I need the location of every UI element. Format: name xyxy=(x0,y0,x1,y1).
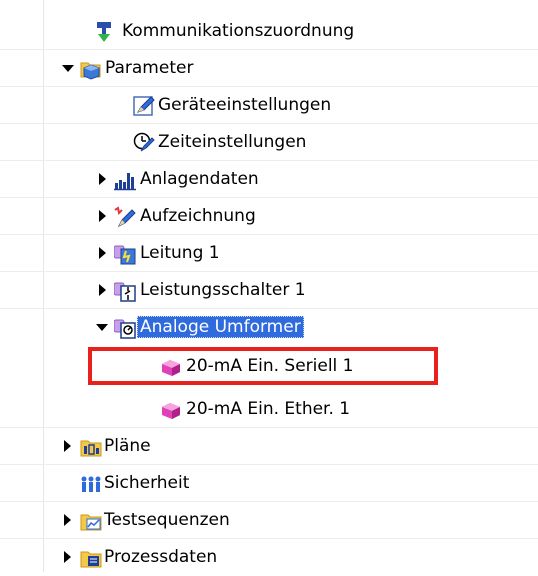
communication-assignment-icon xyxy=(97,22,111,42)
tree-item-kommunikationszuordnung[interactable]: Kommunikationszuordnung xyxy=(0,12,538,50)
tree-item-parameter[interactable]: Parameter xyxy=(0,49,538,87)
tree-item-label: Sicherheit xyxy=(104,473,190,493)
expand-arrow-icon[interactable] xyxy=(57,538,77,576)
tree-item-label: Prozessdaten xyxy=(104,547,218,567)
tree-item-label: Analoge Umformer xyxy=(137,316,304,338)
parameter-folder-icon xyxy=(80,62,101,80)
tree-item-zeiteinstellungen[interactable]: Zeiteinstellungen xyxy=(0,123,538,161)
tree-item-label: Pläne xyxy=(104,436,151,456)
tree-item-label: Zeiteinstellungen xyxy=(158,132,307,152)
line-function-icon xyxy=(114,245,136,265)
security-users-icon xyxy=(81,476,101,492)
tree-item-20ma-ether-1[interactable]: 20-mA Ein. Ether. 1 xyxy=(0,390,538,428)
tree-item-testsequenzen[interactable]: Testsequenzen xyxy=(0,501,538,539)
tree-item-label: Aufzeichnung xyxy=(140,206,256,226)
tree-item-analoge-umformer[interactable]: Analoge Umformer xyxy=(0,308,538,346)
tree-item-label: 20-mA Ein. Ether. 1 xyxy=(186,399,351,419)
tree-item-label: Leistungsschalter 1 xyxy=(140,280,306,300)
expand-arrow-icon[interactable] xyxy=(57,501,77,539)
expand-arrow-icon[interactable] xyxy=(57,427,77,465)
circuit-breaker-icon xyxy=(114,282,136,302)
clock-settings-icon xyxy=(133,132,155,152)
pink-cube-icon xyxy=(162,403,180,419)
charts-folder-icon xyxy=(80,440,102,457)
expand-arrow-icon[interactable] xyxy=(92,197,112,235)
tree-item-label: Leitung 1 xyxy=(140,243,220,263)
expand-arrow-icon[interactable] xyxy=(92,234,112,272)
tree-item-anlagendaten[interactable]: Anlagendaten xyxy=(0,160,538,198)
process-data-folder-icon xyxy=(80,551,102,568)
collapse-arrow-icon[interactable] xyxy=(58,49,78,87)
bar-chart-icon xyxy=(114,173,136,191)
expand-arrow-icon[interactable] xyxy=(92,271,112,309)
expand-arrow-icon[interactable] xyxy=(92,160,112,198)
transducer-icon xyxy=(114,319,136,339)
pencil-settings-icon xyxy=(133,96,155,116)
highlight-box xyxy=(88,347,438,385)
tree-item-label: Kommunikationszuordnung xyxy=(122,21,355,41)
tree-item-plaene[interactable]: Pläne xyxy=(0,427,538,465)
tree-item-label: Testsequenzen xyxy=(104,510,230,530)
test-sequence-folder-icon xyxy=(80,514,102,531)
tree-item-aufzeichnung[interactable]: Aufzeichnung xyxy=(0,197,538,235)
tree-item-sicherheit[interactable]: Sicherheit xyxy=(0,464,538,502)
tree-item-label: Geräteeinstellungen xyxy=(158,95,332,115)
recording-icon xyxy=(114,206,136,228)
collapse-arrow-icon[interactable] xyxy=(92,308,112,346)
tree-item-leistungsschalter-1[interactable]: Leistungsschalter 1 xyxy=(0,271,538,309)
tree-item-label: Anlagendaten xyxy=(140,169,259,189)
tree-item-leitung-1[interactable]: Leitung 1 xyxy=(0,234,538,272)
tree-item-geraeteeinstellungen[interactable]: Geräteeinstellungen xyxy=(0,86,538,124)
tree-item-label: Parameter xyxy=(105,58,194,78)
tree-item-prozessdaten[interactable]: Prozessdaten xyxy=(0,538,538,576)
